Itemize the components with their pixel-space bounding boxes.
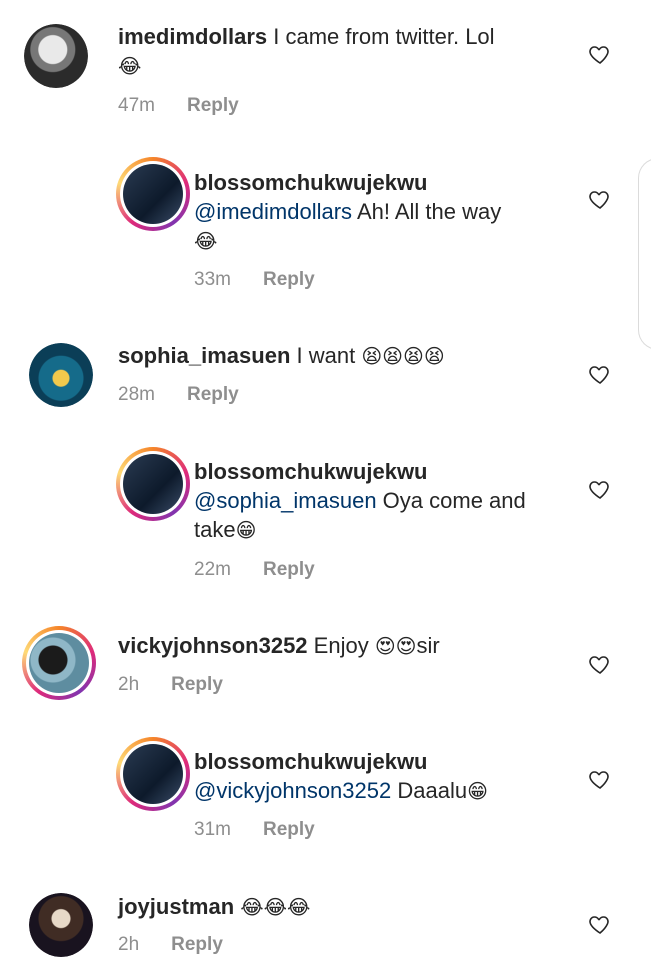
emoji: 😍😍 xyxy=(374,634,417,658)
timestamp: 31m xyxy=(194,819,231,840)
heart-outline-icon[interactable] xyxy=(588,42,612,66)
emoji: 😁 xyxy=(467,779,488,803)
comment-body-end: sir xyxy=(416,633,440,658)
username[interactable]: blossomchukwujekwu xyxy=(194,459,428,484)
comment-text: blossomchukwujekwu @vickyjohnson3252 Daa… xyxy=(194,747,594,806)
username[interactable]: imedimdollars xyxy=(118,24,267,49)
comment-meta: 2h Reply xyxy=(118,674,223,696)
comment-text: sophia_imasuen I want 😫😫😫😫 xyxy=(118,341,518,371)
timestamp: 22m xyxy=(194,559,231,580)
comment-meta: 28m Reply xyxy=(118,384,239,406)
reply-button[interactable]: Reply xyxy=(171,674,223,695)
comment-text: blossomchukwujekwu @sophia_imasuen Oya c… xyxy=(194,457,534,545)
reply-button[interactable]: Reply xyxy=(263,819,315,840)
heart-outline-icon[interactable] xyxy=(588,767,612,791)
username[interactable]: sophia_imasuen xyxy=(118,343,290,368)
emoji: 😁 xyxy=(235,518,257,542)
comment-meta: 22m Reply xyxy=(194,559,315,581)
avatar[interactable] xyxy=(24,24,88,88)
comment-text: imedimdollars I came from twitter. Lol 😂 xyxy=(118,22,518,81)
emoji: 😫😫😫😫 xyxy=(361,344,445,368)
heart-outline-icon[interactable] xyxy=(588,362,612,386)
heart-outline-icon[interactable] xyxy=(588,477,612,501)
comment-meta: 31m Reply xyxy=(194,819,315,841)
emoji: 😂 xyxy=(118,54,142,78)
mention-link[interactable]: @sophia_imasuen xyxy=(194,488,377,513)
avatar[interactable] xyxy=(116,157,190,231)
reply-button[interactable]: Reply xyxy=(171,934,223,955)
comment-body: I want xyxy=(290,343,362,368)
timestamp: 2h xyxy=(118,674,140,695)
avatar[interactable] xyxy=(29,893,93,957)
username[interactable]: joyjustman xyxy=(118,894,234,919)
avatar[interactable] xyxy=(116,447,190,521)
comment-meta: 33m Reply xyxy=(194,269,315,291)
timestamp: 33m xyxy=(194,269,231,290)
comment-body: I came from twitter. Lol xyxy=(267,24,495,49)
comment-meta: 2h Reply xyxy=(118,934,223,956)
scroll-handle[interactable] xyxy=(638,158,651,350)
reply-button[interactable]: Reply xyxy=(263,269,315,290)
heart-outline-icon[interactable] xyxy=(588,187,612,211)
emoji: 😂 xyxy=(194,229,218,253)
comment-meta: 47m Reply xyxy=(118,95,239,117)
timestamp: 47m xyxy=(118,95,155,116)
comment-text: joyjustman 😂😂😂 xyxy=(118,892,518,922)
comment-text: blossomchukwujekwu @imedimdollars Ah! Al… xyxy=(194,168,594,256)
emoji: 😂😂😂 xyxy=(240,895,311,919)
mention-link[interactable]: @imedimdollars xyxy=(194,199,352,224)
avatar[interactable] xyxy=(22,626,96,700)
mention-link[interactable]: @vickyjohnson3252 xyxy=(194,778,391,803)
heart-outline-icon[interactable] xyxy=(588,652,612,676)
comment-body: Daaalu xyxy=(391,778,468,803)
comment-body: Enjoy xyxy=(307,633,375,658)
comment-body: Ah! All the way xyxy=(352,199,502,224)
reply-button[interactable]: Reply xyxy=(263,559,315,580)
avatar[interactable] xyxy=(29,343,93,407)
username[interactable]: blossomchukwujekwu xyxy=(194,170,428,195)
timestamp: 28m xyxy=(118,384,155,405)
reply-button[interactable]: Reply xyxy=(187,95,239,116)
reply-button[interactable]: Reply xyxy=(187,384,239,405)
username[interactable]: blossomchukwujekwu xyxy=(194,749,428,774)
heart-outline-icon[interactable] xyxy=(588,912,612,936)
username[interactable]: vickyjohnson3252 xyxy=(118,633,308,658)
comment-text: vickyjohnson3252 Enjoy 😍😍sir xyxy=(118,631,518,661)
avatar[interactable] xyxy=(116,737,190,811)
timestamp: 2h xyxy=(118,934,140,955)
